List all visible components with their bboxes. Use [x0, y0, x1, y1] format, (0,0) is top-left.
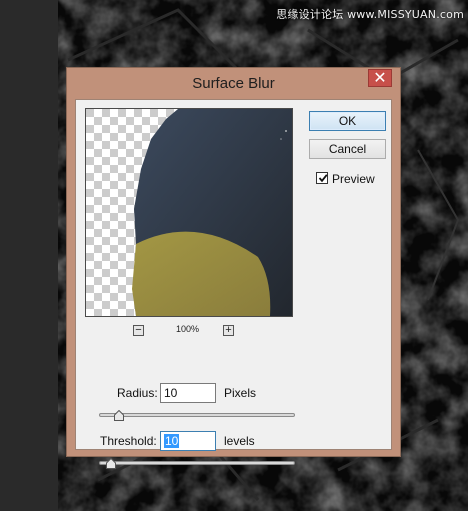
- surface-blur-dialog: Surface Blur ✕ − 100% + OK Cancel Previe…: [66, 67, 401, 469]
- radius-input[interactable]: [160, 383, 216, 403]
- watermark-text: 思缘设计论坛 www.MISSYUAN.com: [276, 8, 464, 21]
- close-icon: ✕: [373, 70, 387, 87]
- dialog-title: Surface Blur: [192, 75, 275, 92]
- radius-slider[interactable]: [99, 413, 295, 417]
- preview-label[interactable]: Preview: [332, 172, 375, 186]
- left-panel-edge: [0, 0, 59, 511]
- preview-image[interactable]: [85, 108, 293, 317]
- close-button[interactable]: ✕: [368, 69, 392, 87]
- threshold-slider-thumb[interactable]: [106, 458, 117, 469]
- zoom-in-button[interactable]: +: [223, 325, 234, 336]
- radius-slider-thumb[interactable]: [113, 410, 124, 421]
- cancel-button[interactable]: Cancel: [309, 139, 386, 159]
- dialog-titlebar[interactable]: Surface Blur ✕: [67, 68, 400, 100]
- dialog-content: − 100% + OK Cancel Preview Radius: Pixel…: [75, 99, 392, 469]
- zoom-in-icon: +: [225, 324, 232, 336]
- threshold-label: Threshold:: [100, 434, 157, 448]
- threshold-value: 10: [164, 434, 180, 448]
- ok-button[interactable]: OK: [309, 111, 386, 131]
- zoom-level: 100%: [176, 324, 200, 334]
- threshold-slider[interactable]: [99, 461, 295, 465]
- check-icon: [318, 174, 328, 183]
- preview-checkbox[interactable]: [316, 172, 328, 184]
- radius-unit: Pixels: [224, 386, 257, 400]
- zoom-out-icon: −: [135, 324, 142, 336]
- threshold-input[interactable]: 10: [160, 431, 216, 451]
- threshold-unit: levels: [224, 434, 255, 448]
- radius-label: Radius:: [117, 386, 158, 400]
- zoom-out-button[interactable]: −: [133, 325, 144, 336]
